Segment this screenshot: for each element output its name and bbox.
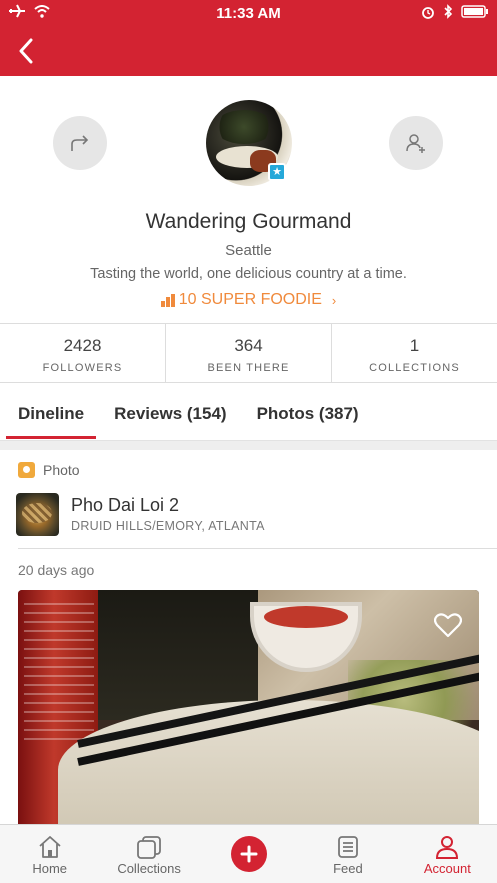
tab-account[interactable]: Account — [398, 825, 497, 883]
status-bar: 11:33 AM — [0, 0, 497, 26]
tab-label: Feed — [333, 861, 363, 876]
tab-add[interactable] — [199, 825, 298, 883]
add-icon — [230, 836, 267, 872]
feed-icon — [338, 836, 358, 858]
chevron-left-icon — [19, 38, 33, 64]
back-button[interactable] — [12, 36, 40, 66]
active-tab-indicator — [6, 436, 96, 439]
profile-tagline: Tasting the world, one delicious country… — [90, 266, 407, 282]
foodie-badge-link[interactable]: 10 SUPER FOODIE › — [0, 291, 497, 309]
add-user-icon — [406, 134, 425, 153]
stat-collections[interactable]: 1 COLLECTIONS — [332, 324, 497, 382]
stat-label: BEEN THERE — [207, 362, 290, 374]
chevron-right-icon: › — [331, 292, 337, 308]
feed-type-label: Photo — [43, 462, 80, 478]
time-ago: 20 days ago — [18, 562, 95, 578]
share-arrow-icon — [71, 135, 89, 151]
profile-name: Wandering Gourmand — [145, 210, 352, 233]
tab-label: Collections — [117, 861, 181, 876]
section-divider — [0, 440, 497, 450]
restaurant-name[interactable]: Pho Dai Loi 2 — [71, 495, 179, 516]
home-icon — [39, 836, 61, 858]
stat-value: 2428 — [63, 336, 102, 355]
follow-button[interactable] — [389, 116, 443, 170]
bluetooth-icon — [444, 4, 453, 19]
tab-reviews[interactable]: Reviews (154) — [114, 384, 226, 440]
foodie-badge-label: 10 SUPER FOODIE — [178, 291, 322, 308]
restaurant-thumbnail[interactable] — [16, 493, 59, 536]
screen: 11:33 AM ★ Wandering Gourmand Seattle Ta… — [0, 0, 497, 883]
stats-row: 2428 FOLLOWERS 364 BEEN THERE 1 COLLECTI… — [0, 323, 497, 383]
stat-value: 1 — [409, 336, 420, 355]
tab-feed[interactable]: Feed — [298, 825, 397, 883]
stat-label: FOLLOWERS — [42, 362, 123, 374]
account-icon — [436, 836, 459, 859]
battery-icon — [461, 5, 488, 18]
bottom-tab-bar: Home Collections Feed Account — [0, 824, 497, 883]
restaurant-location: DRUID HILLS/EMORY, ATLANTA — [71, 519, 265, 533]
share-button[interactable] — [53, 116, 107, 170]
stat-value: 364 — [234, 336, 263, 355]
stat-been-there[interactable]: 364 BEEN THERE — [166, 324, 332, 382]
tab-home[interactable]: Home — [0, 825, 99, 883]
tab-label: Home — [32, 861, 68, 876]
divider — [18, 548, 497, 549]
camera-icon — [18, 462, 35, 478]
tab-collections[interactable]: Collections — [99, 825, 198, 883]
star-badge-icon: ★ — [268, 163, 286, 181]
heart-icon[interactable] — [434, 612, 462, 638]
tab-photos[interactable]: Photos (387) — [257, 384, 359, 440]
bar-chart-icon — [160, 293, 175, 307]
stat-label: COLLECTIONS — [369, 362, 460, 374]
profile-city: Seattle — [225, 242, 272, 259]
alarm-icon — [422, 6, 434, 19]
feed-photo[interactable] — [18, 590, 479, 830]
collections-icon — [137, 836, 162, 859]
stat-followers[interactable]: 2428 FOLLOWERS — [0, 324, 166, 382]
content-tabs: Dineline Reviews (154) Photos (387) — [0, 384, 497, 440]
tab-label: Account — [423, 861, 471, 876]
tab-dineline[interactable]: Dineline — [18, 384, 84, 440]
profile-section: ★ Wandering Gourmand Seattle Tasting the… — [0, 76, 497, 324]
feed-item-type: Photo — [18, 462, 80, 478]
top-bar: 11:33 AM — [0, 0, 497, 76]
